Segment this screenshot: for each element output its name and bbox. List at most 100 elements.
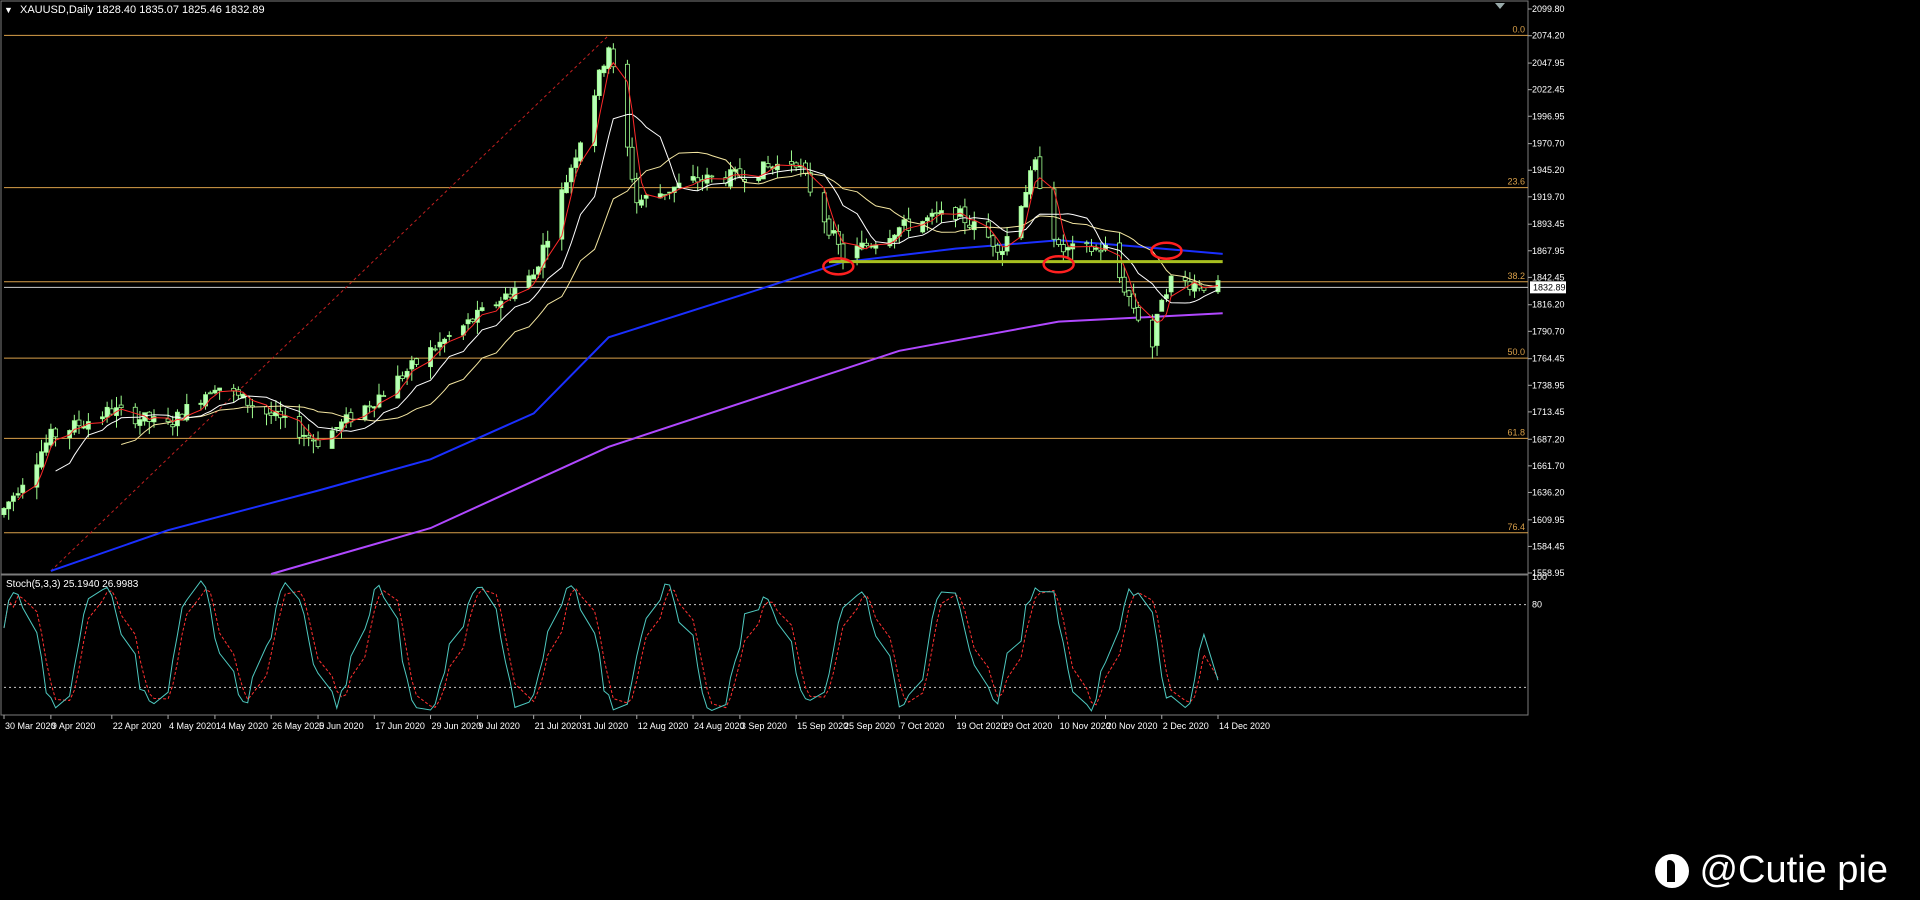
price-axis-label: 2047.95	[1532, 58, 1565, 68]
candle-body	[15, 493, 21, 496]
candle-body	[639, 199, 644, 206]
chart-menu-icon[interactable]: ▼	[4, 5, 13, 15]
candle-body	[10, 495, 16, 502]
candle-body	[137, 419, 143, 426]
candle-body	[924, 217, 930, 222]
candle-body	[596, 69, 602, 96]
fib-level-label: 50.0	[1507, 347, 1525, 357]
stoch-axis-label: 100	[1532, 572, 1547, 582]
candle-body	[146, 411, 152, 422]
current-price-label: 1832.89	[1533, 282, 1566, 292]
price-axis-label: 1867.95	[1532, 246, 1565, 256]
candle-body	[409, 360, 415, 370]
candle-body	[643, 195, 649, 199]
fib-level-label: 0.0	[1512, 24, 1525, 34]
candle-body	[104, 406, 110, 418]
candle-body	[198, 402, 204, 405]
candle-body	[999, 251, 1005, 256]
candle-body	[306, 434, 312, 438]
candle-body	[592, 95, 597, 147]
candle-body	[268, 412, 274, 416]
candle-body	[1126, 290, 1132, 297]
candle-body	[887, 238, 893, 247]
candle-body	[1135, 307, 1141, 321]
candle-body	[526, 275, 532, 289]
candle-body	[339, 421, 344, 430]
candle-body	[995, 244, 1001, 253]
fib-level-label: 61.8	[1507, 427, 1525, 437]
watermark: @Cutie pie	[1655, 849, 1888, 892]
candle-body	[170, 424, 176, 428]
candle-body	[414, 358, 419, 365]
price-axis-label: 1764.45	[1532, 354, 1565, 364]
candle-body	[1159, 299, 1165, 312]
candle-body	[1192, 282, 1197, 292]
candle-body	[1023, 191, 1029, 208]
candle-body	[629, 146, 635, 180]
candle-body	[1032, 159, 1038, 171]
candle-body	[967, 224, 972, 228]
date-axis-label: 7 Oct 2020	[900, 721, 944, 731]
date-axis-label: 9 Apr 2020	[52, 721, 96, 731]
date-axis-label: 25 Sep 2020	[844, 721, 895, 731]
candle-body	[310, 439, 316, 442]
scroll-marker-icon[interactable]	[1495, 3, 1505, 9]
candle-body	[690, 176, 696, 181]
date-axis-label: 3 Sep 2020	[741, 721, 787, 731]
candle-body	[264, 406, 269, 415]
price-axis-label: 1919.70	[1532, 192, 1565, 202]
candle-body	[367, 405, 373, 408]
price-chart[interactable]: 0.0 23.6 38.2 50.0 61.8 76.4 2099.80 2074.20 204…	[0, 0, 1920, 900]
candle-body	[756, 177, 762, 181]
date-axis-label: 26 May 2020	[272, 721, 324, 731]
candle-body	[446, 335, 452, 337]
candle-body	[53, 428, 58, 438]
candle-body	[1093, 247, 1099, 250]
ohlc-values: 1828.40 1835.07 1825.46 1832.89	[96, 4, 265, 16]
candle-body	[315, 439, 321, 448]
candle-body	[20, 484, 26, 493]
price-axis-label: 1687.20	[1532, 434, 1565, 444]
stoch-pane-frame	[0, 574, 1529, 716]
candle-body	[465, 319, 471, 325]
candle-body	[207, 392, 213, 395]
date-axis-label: 4 May 2020	[169, 721, 216, 731]
candle-body	[990, 235, 996, 247]
candle-body	[217, 387, 223, 391]
candle-body	[381, 395, 387, 397]
candle-body	[6, 501, 12, 510]
date-axis-label: 14 Dec 2020	[1219, 721, 1270, 731]
candle-body	[601, 65, 607, 74]
price-axis-label: 1816.20	[1532, 300, 1565, 310]
fib-level-label: 76.4	[1507, 522, 1525, 532]
price-axis-label: 1636.20	[1532, 487, 1565, 497]
date-axis-label: 30 Mar 2020	[5, 721, 56, 731]
ma-purple-line	[270, 312, 1223, 575]
candle-body	[728, 169, 733, 187]
price-axis-label: 1842.45	[1532, 272, 1565, 282]
candle-body	[132, 406, 138, 425]
price-axis-label: 1661.70	[1532, 461, 1565, 471]
stoch-header: Stoch(5,3,3) 25.1940 26.9983	[6, 579, 139, 590]
highlight-ellipse	[1042, 255, 1075, 274]
candle-body	[1098, 249, 1104, 253]
date-axis-label: 12 Aug 2020	[638, 721, 689, 731]
fib-level-label: 23.6	[1507, 177, 1525, 187]
candle-body	[864, 242, 869, 247]
date-axis-label: 2 Dec 2020	[1163, 721, 1209, 731]
candle-body	[400, 375, 405, 379]
candle-body	[395, 375, 401, 399]
candle-body	[1037, 156, 1043, 189]
candle-body	[826, 218, 832, 236]
date-axis-label: 14 May 2020	[216, 721, 268, 731]
ma-white-line	[55, 113, 1219, 472]
candle-body	[118, 404, 124, 409]
candle-body	[428, 347, 433, 368]
candle-body	[404, 370, 410, 378]
candle-body	[85, 421, 91, 430]
candle-body	[329, 430, 335, 449]
date-axis-label: 5 Jun 2020	[319, 721, 364, 731]
candle-body	[470, 318, 476, 322]
candle-body	[442, 338, 448, 345]
candle-body	[1149, 319, 1155, 348]
